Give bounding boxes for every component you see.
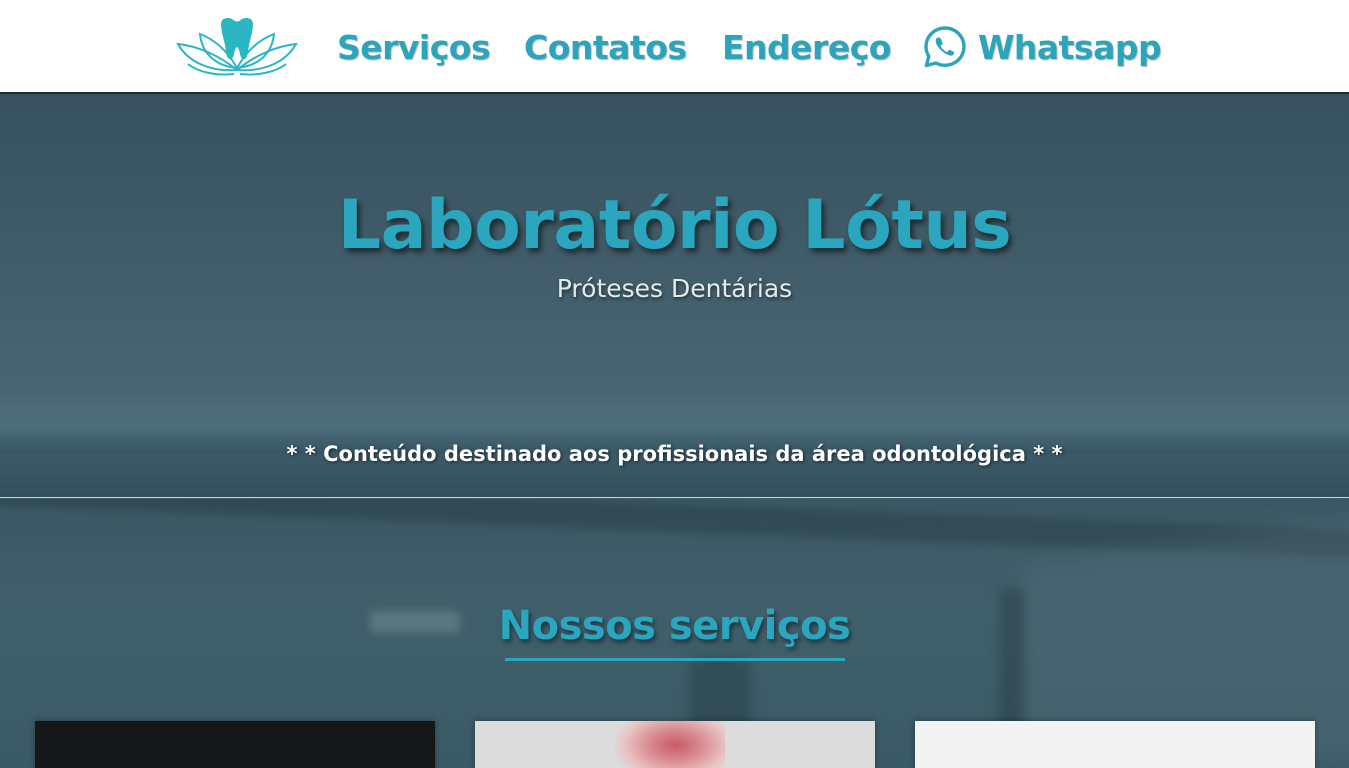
service-card-image[interactable] [475, 721, 875, 768]
nav-link-servicos[interactable]: Serviços [337, 24, 491, 70]
nav-link-contatos[interactable]: Contatos [524, 24, 687, 70]
nav-link-whatsapp[interactable]: Whatsapp [922, 24, 1162, 70]
services-title: Nossos serviços [498, 603, 851, 649]
service-card-image[interactable] [35, 721, 435, 768]
nav-link-whatsapp-label: Whatsapp [978, 27, 1162, 67]
service-card-image[interactable] [915, 721, 1315, 768]
hero-subtitle: Próteses Dentárias [556, 274, 793, 303]
prosthesis-photo [615, 721, 725, 768]
professional-disclaimer: * * Conteúdo destinado aos profissionais… [286, 442, 1063, 466]
top-navbar: Serviços Contatos Endereço Whatsapp [0, 0, 1349, 94]
services-section: Nossos serviços [0, 499, 1349, 768]
whatsapp-icon [922, 24, 968, 70]
hero-banner: Laboratório Lótus Próteses Dentárias * *… [0, 94, 1349, 498]
nav-link-endereco[interactable]: Endereço [722, 24, 891, 70]
hero-title: Laboratório Lótus [337, 186, 1012, 265]
lotus-tooth-icon[interactable] [176, 16, 298, 76]
title-underline [505, 658, 845, 661]
